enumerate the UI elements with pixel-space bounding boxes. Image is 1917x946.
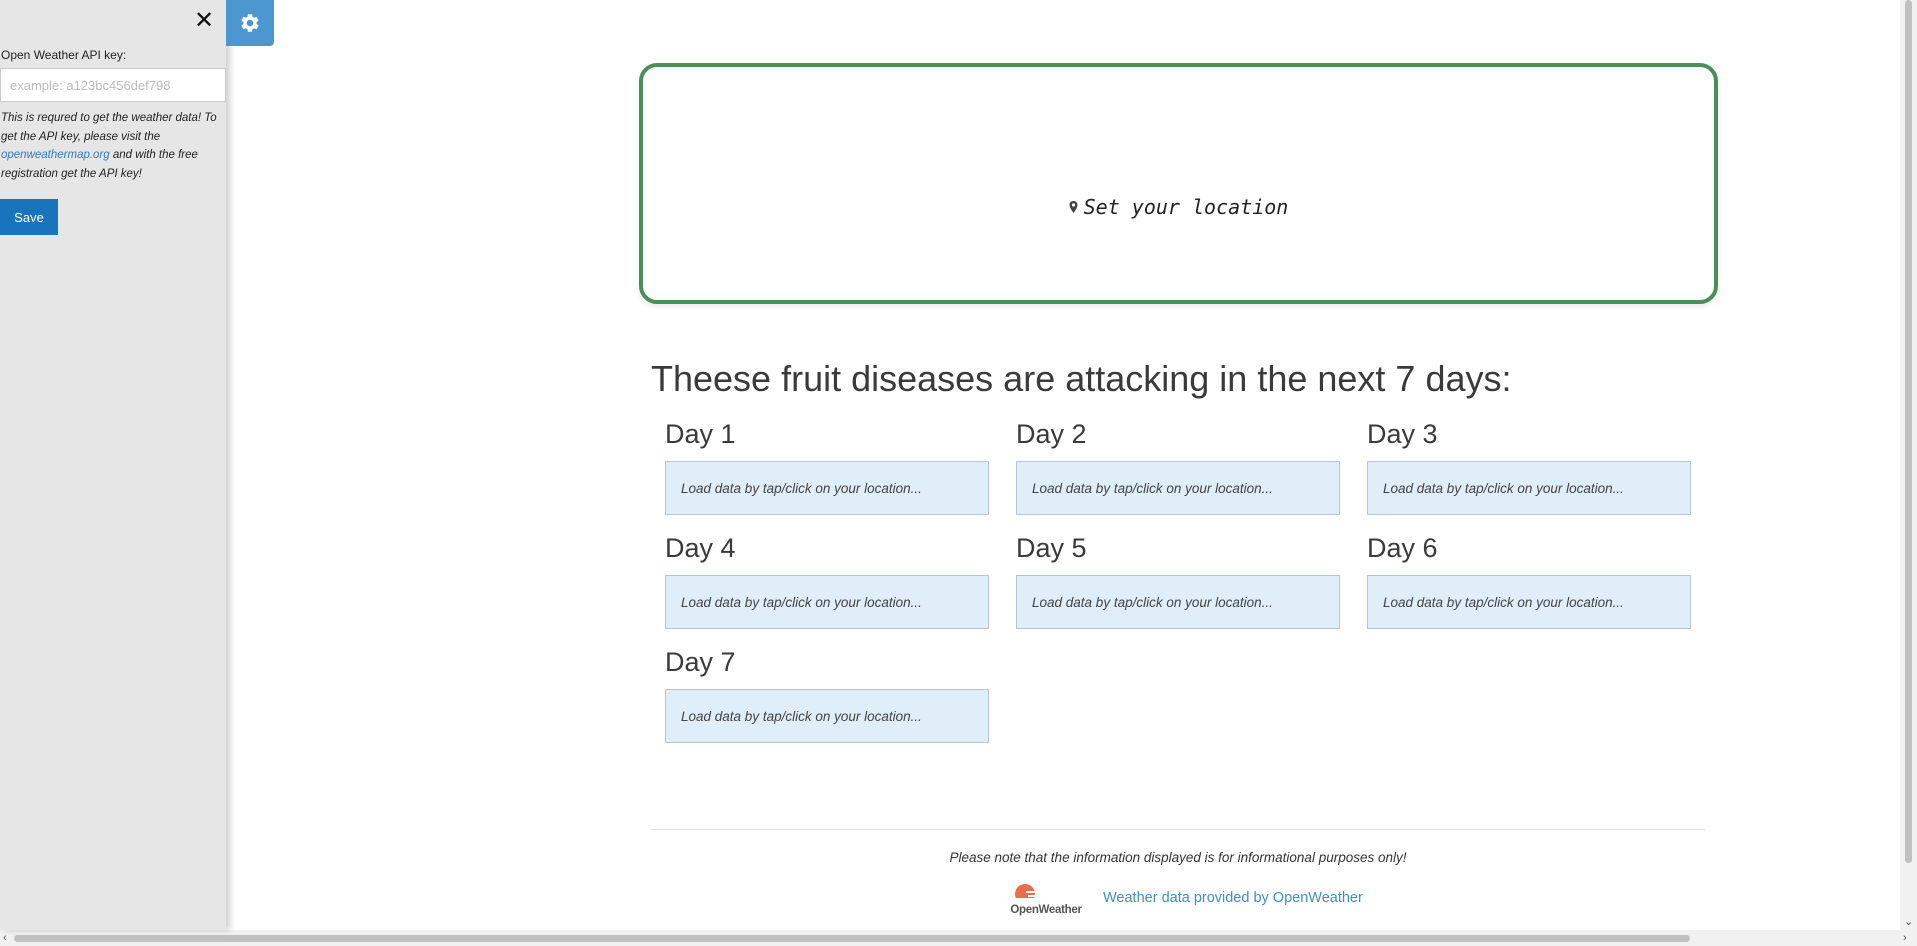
api-key-label: Open Weather API key: [1, 48, 127, 62]
day-label: Day 4 [665, 533, 736, 563]
chevron-right-icon[interactable]: › [1903, 933, 1907, 944]
api-help-text-part1: This is requred to get the weather data!… [1, 112, 217, 143]
day-label: Day 6 [1367, 533, 1438, 563]
openweather-logo: OpenWeather [1007, 882, 1085, 916]
api-key-input[interactable] [0, 68, 226, 102]
openweather-logo-text: OpenWeather [1010, 904, 1082, 916]
set-location-label: Set your location [1083, 194, 1289, 219]
save-button[interactable]: Save [0, 199, 58, 235]
day-label: Day 7 [665, 647, 736, 677]
day-forecast-box[interactable]: Load data by tap/click on your location.… [1016, 461, 1340, 515]
openweather-logo-icon [1015, 884, 1037, 904]
day-label: Day 2 [1016, 419, 1087, 449]
chevron-down-icon[interactable]: ⌄ [1904, 917, 1913, 928]
horizontal-scrollbar[interactable]: ‹ › [0, 930, 1917, 946]
location-card[interactable]: Set your location [639, 63, 1718, 304]
chevron-left-icon[interactable]: ‹ [3, 933, 7, 944]
day-label: Day 1 [665, 419, 736, 449]
vertical-scrollbar-thumb[interactable] [1905, 0, 1912, 863]
api-key-help-text: This is requred to get the weather data!… [1, 109, 225, 183]
location-pin-icon [1069, 200, 1078, 213]
day-forecast-box[interactable]: Load data by tap/click on your location.… [1367, 575, 1691, 629]
day-label: Day 5 [1016, 533, 1087, 563]
day-label: Day 3 [1367, 419, 1438, 449]
settings-sidebar: ✕ Open Weather API key: This is requred … [0, 0, 226, 930]
close-icon: ✕ [193, 7, 215, 34]
day-forecast-box[interactable]: Load data by tap/click on your location.… [665, 461, 989, 515]
settings-button[interactable] [226, 0, 274, 46]
day-forecast-box[interactable]: Load data by tap/click on your location.… [665, 689, 989, 743]
footer-divider [651, 829, 1705, 830]
openweathermap-link[interactable]: openweathermap.org [1, 149, 110, 161]
day-forecast-box[interactable]: Load data by tap/click on your location.… [665, 575, 989, 629]
horizontal-scrollbar-thumb[interactable] [14, 935, 1690, 942]
openweather-credit-link[interactable]: Weather data provided by OpenWeather [1103, 890, 1363, 906]
day-forecast-box[interactable]: Load data by tap/click on your location.… [1016, 575, 1340, 629]
vertical-scrollbar[interactable]: ⌄ [1900, 0, 1917, 930]
disclaimer-text: Please note that the information display… [949, 850, 1407, 865]
day-forecast-box[interactable]: Load data by tap/click on your location.… [1367, 461, 1691, 515]
set-location-prompt[interactable]: Set your location [1069, 194, 1289, 219]
close-sidebar-button[interactable]: ✕ [193, 8, 215, 34]
diseases-heading: Theese fruit diseases are attacking in t… [651, 358, 1512, 399]
gear-icon [241, 14, 259, 32]
